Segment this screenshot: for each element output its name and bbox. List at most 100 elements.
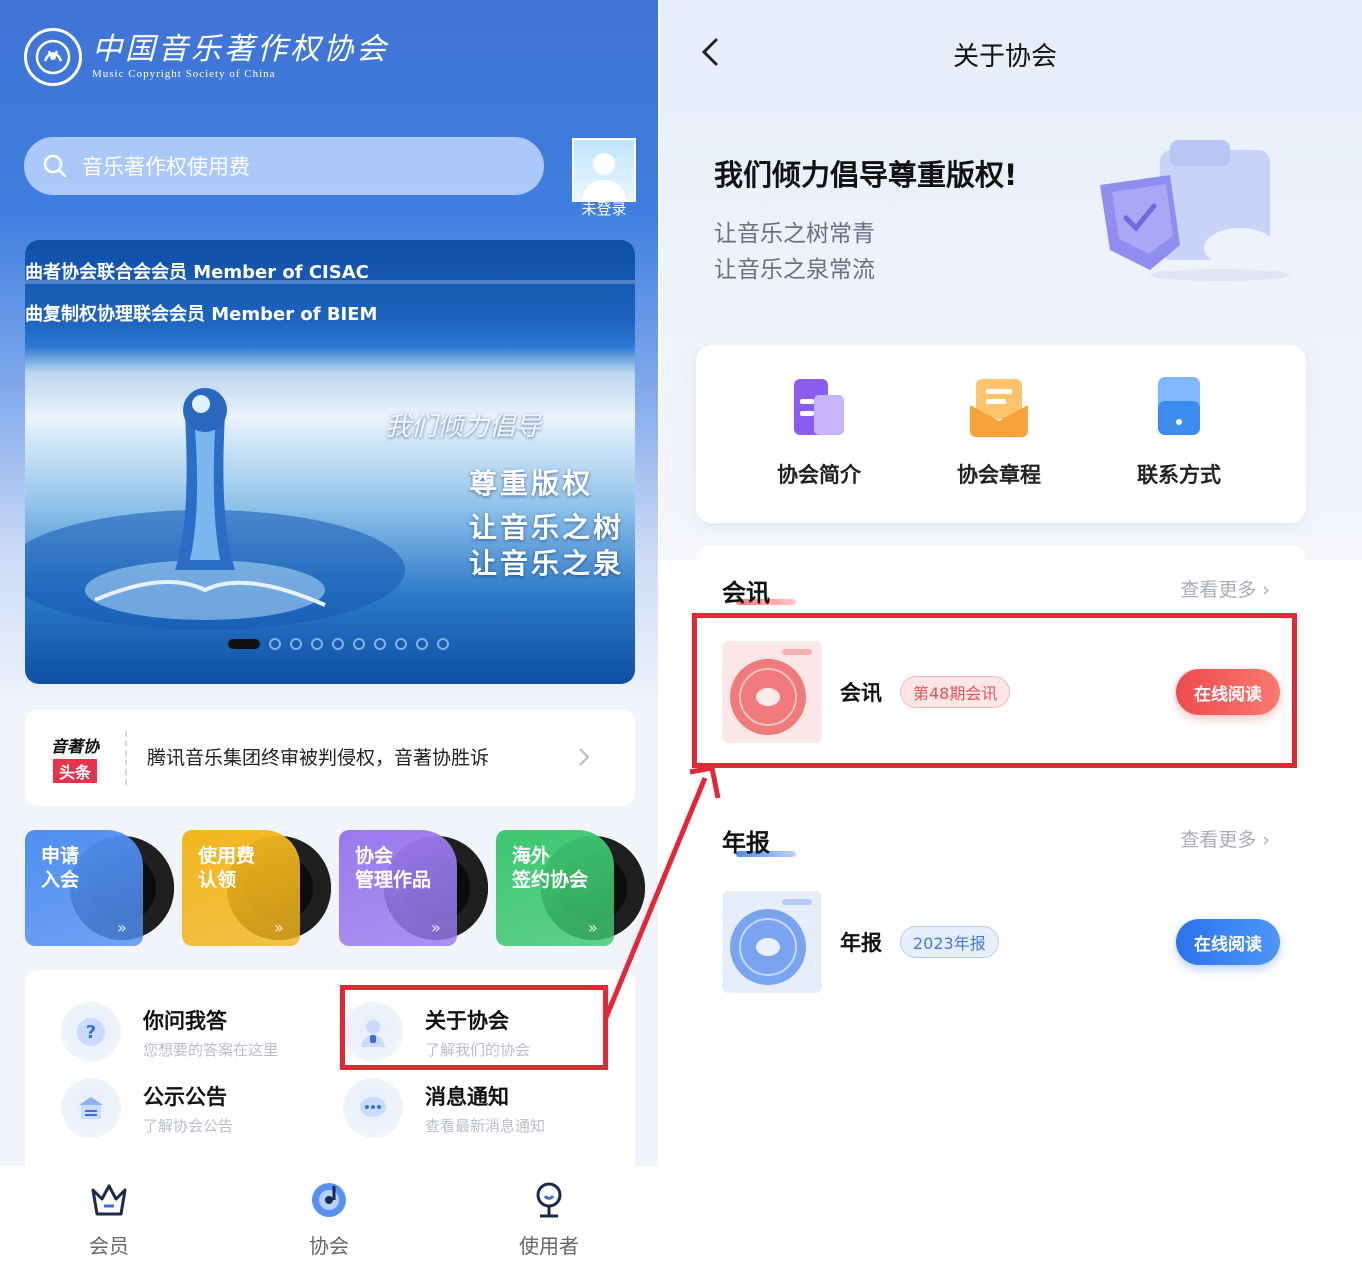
feature-card-line2: 管理作品: [355, 869, 432, 891]
carousel-dot[interactable]: [353, 638, 365, 650]
feature-card[interactable]: 使用费 认领 »: [182, 830, 331, 946]
hero-subline-1: 让音乐之树常青: [714, 221, 875, 247]
quick-links-card: 协会简介 协会章程 联系方式: [696, 345, 1306, 523]
banner-carousel[interactable]: 曲者协会联合会会员 Member of CISAC 曲复制权协理联会会员 Mem…: [25, 240, 635, 684]
feature-card[interactable]: 申请 入会 »: [25, 830, 174, 946]
logo-emblem-icon: [24, 28, 82, 86]
tab-association[interactable]: 协会: [274, 1180, 384, 1259]
double-chevron-icon: »: [274, 918, 284, 937]
tab-label: 使用者: [519, 1234, 579, 1258]
carousel-dot[interactable]: [311, 638, 323, 650]
carousel-dot[interactable]: [269, 638, 281, 650]
avatar[interactable]: [572, 138, 636, 202]
quick-link-contact[interactable]: 联系方式: [1104, 375, 1254, 489]
tab-user[interactable]: 使用者: [494, 1180, 604, 1259]
music-disc-icon: [312, 1183, 346, 1217]
chevron-right-icon: ›: [1262, 579, 1270, 601]
item-name: 年报: [840, 931, 882, 955]
headline-badge: 音著协 头条: [25, 733, 125, 783]
quick-link-intro[interactable]: 协会简介: [744, 375, 894, 489]
banner-slogan-4: 让音乐之泉: [469, 547, 625, 580]
section-title: 年报: [722, 829, 770, 857]
year-tag: 2023年报: [900, 926, 999, 958]
grid-item-messages[interactable]: 消息通知 查看最新消息通知: [343, 1078, 545, 1138]
feature-card-line1: 使用费: [198, 845, 256, 867]
chevron-right-icon: [579, 748, 590, 766]
quick-link-label: 联系方式: [1137, 463, 1221, 487]
view-more-label: 查看更多: [1180, 829, 1257, 851]
highlight-box-newsletter: [692, 613, 1297, 768]
divider: [125, 731, 127, 785]
feature-card-line1: 海外: [512, 845, 551, 867]
read-online-button[interactable]: 在线阅读: [1176, 919, 1280, 965]
page-title: 关于协会: [952, 42, 1057, 72]
feature-card-line2: 入会: [41, 869, 80, 891]
tab-label: 会员: [89, 1234, 129, 1258]
carousel-dot[interactable]: [374, 638, 386, 650]
double-chevron-icon: »: [588, 918, 598, 937]
banner-slogan-3: 让音乐之树: [469, 511, 625, 544]
bottom-tab-bar: 会员 协会 使用者: [0, 1166, 658, 1280]
grid-item-subtitle: 了解协会公告: [143, 1116, 234, 1135]
chat-bubble-icon: [343, 1078, 403, 1138]
grid-item-title: 公示公告: [143, 1084, 227, 1109]
crown-icon: [91, 1184, 127, 1216]
double-chevron-icon: »: [431, 918, 441, 937]
carousel-dot[interactable]: [437, 638, 449, 650]
headline-news-card[interactable]: 音著协 头条 腾讯音乐集团终审被判侵权，音著协胜诉: [25, 710, 635, 806]
carousel-dot[interactable]: [416, 638, 428, 650]
shield-folder-illustration: [1100, 140, 1290, 281]
grid-item-title: 你问我答: [143, 1008, 227, 1033]
feature-card-line1: 协会: [355, 845, 394, 867]
search-placeholder: 音乐著作权使用费: [82, 155, 250, 179]
chevron-right-icon: ›: [1262, 829, 1270, 851]
banner-slogan-1: 我们倾力倡导: [385, 412, 542, 442]
carousel-dot[interactable]: [290, 638, 302, 650]
search-icon: [43, 154, 67, 178]
feature-card-line2: 认领: [198, 869, 237, 891]
contact-blue-icon: [1158, 377, 1200, 435]
banner-biem-text: 曲复制权协理联会会员 Member of BIEM: [25, 304, 378, 325]
envelope-orange-icon: [970, 379, 1028, 437]
grid-item-notice[interactable]: 公示公告 了解协会公告: [61, 1078, 233, 1138]
headline-text: 腾讯音乐集团终审被判侵权，音著协胜诉: [147, 747, 490, 769]
grid-item-subtitle: 查看最新消息通知: [425, 1116, 546, 1135]
double-chevron-icon: »: [117, 918, 127, 937]
logo-chinese-name: 中国音乐著作权协会: [92, 32, 389, 67]
banner-cisac-text: 曲者协会联合会会员 Member of CISAC: [25, 262, 369, 283]
carousel-dot[interactable]: [332, 638, 344, 650]
grid-item-qa[interactable]: ? 你问我答 您想要的答案在这里: [61, 1002, 278, 1062]
view-more-link[interactable]: 查看更多 ›: [1180, 825, 1270, 852]
carousel-indicator[interactable]: [228, 638, 449, 650]
document-purple-icon: [794, 379, 844, 435]
feature-card[interactable]: 协会 管理作品 »: [339, 830, 488, 946]
carousel-dot[interactable]: [228, 639, 260, 649]
default-user-icon: [582, 153, 626, 200]
app-logo: 中国音乐著作权协会 Music Copyright Society of Chi…: [24, 28, 389, 86]
search-input[interactable]: 音乐著作权使用费: [24, 137, 544, 195]
feature-card-line2: 签约协会: [512, 869, 589, 891]
annual-report-row[interactable]: 年报 2023年报: [722, 891, 999, 993]
feature-card[interactable]: 海外 签约协会 »: [496, 830, 645, 946]
banner-slogan-2: 尊重版权: [469, 467, 594, 500]
view-more-link[interactable]: 查看更多 ›: [1180, 575, 1270, 602]
grid-item-title: 消息通知: [425, 1084, 509, 1109]
tab-member[interactable]: 会员: [54, 1180, 164, 1259]
user-icon: [536, 1182, 562, 1218]
headline-badge-top: 音著协: [50, 737, 99, 756]
feature-card-line1: 申请: [41, 845, 80, 867]
question-icon: ?: [61, 1002, 121, 1062]
headline-badge-bottom: 头条: [52, 759, 97, 783]
feature-cards: 申请 入会 » 使用费 认领 » 协会 管理作品 » 海外 签约协会 »: [25, 830, 645, 948]
left-screen-home: 中国音乐著作权协会 Music Copyright Society of Chi…: [0, 0, 658, 1280]
carousel-dot[interactable]: [395, 638, 407, 650]
tab-label: 协会: [309, 1234, 349, 1258]
login-status[interactable]: 未登录: [572, 198, 636, 219]
quick-link-charter[interactable]: 协会章程: [924, 375, 1074, 489]
quick-link-label: 协会简介: [777, 463, 861, 487]
logo-english-name: Music Copyright Society of China: [92, 68, 276, 80]
hero-headline: 我们倾力倡导尊重版权!: [714, 158, 1018, 192]
highlight-box-about: [340, 985, 608, 1070]
quick-link-label: 协会章程: [957, 463, 1041, 487]
section-title: 会讯: [722, 579, 770, 607]
